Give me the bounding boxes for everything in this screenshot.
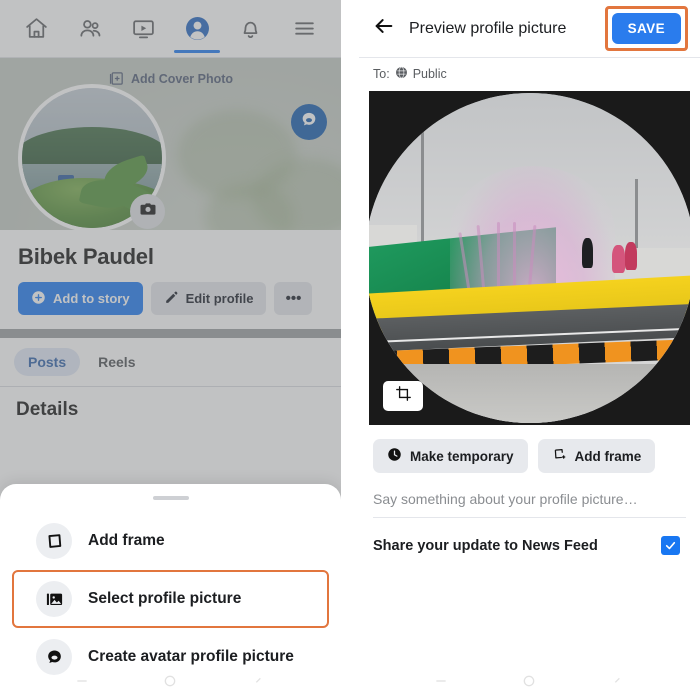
frame-plus-icon <box>552 447 567 465</box>
share-to-news-feed-label: Share your update to News Feed <box>373 537 598 554</box>
nav-video[interactable] <box>122 6 166 52</box>
save-button[interactable]: SAVE <box>611 13 681 44</box>
make-temporary-label: Make temporary <box>410 448 514 464</box>
profile-action-buttons: Add to story Edit profile ••• <box>18 272 323 329</box>
avatar-icon <box>299 110 319 135</box>
save-button-highlight: SAVE <box>604 6 688 51</box>
nav-profile[interactable] <box>174 6 221 53</box>
edit-profile-button[interactable]: Edit profile <box>150 282 267 315</box>
globe-icon <box>395 66 408 82</box>
android-home-icon[interactable] <box>521 673 537 694</box>
edit-profile-label: Edit profile <box>185 291 254 306</box>
left-panel-profile-screen: Add Cover Photo Bibek Paudel Add to stor… <box>0 0 341 700</box>
right-panel-preview-screen: Preview profile picture SAVE To: Public <box>359 0 700 700</box>
preview-action-chips: Make temporary Add frame <box>359 425 700 473</box>
android-navigation-bar-right <box>359 670 700 696</box>
bell-icon <box>238 16 263 41</box>
hamburger-menu-icon <box>292 16 317 41</box>
android-home-icon[interactable] <box>162 673 178 694</box>
clock-icon <box>387 447 402 465</box>
audience-selector[interactable]: To: Public <box>359 58 700 91</box>
add-frame-button[interactable]: Add frame <box>537 439 656 473</box>
add-to-story-label: Add to story <box>53 291 130 306</box>
circular-crop-preview <box>369 93 690 423</box>
android-back-icon[interactable] <box>433 673 449 694</box>
nav-notifications[interactable] <box>229 6 273 52</box>
android-recents-icon[interactable] <box>251 673 267 694</box>
profile-icon <box>184 15 211 42</box>
screenshot-root: Add Cover Photo Bibek Paudel Add to stor… <box>0 0 700 700</box>
nav-home[interactable] <box>15 6 59 52</box>
preview-title: Preview profile picture <box>409 19 567 37</box>
profile-picture-options-sheet: Add frame Select profile picture Create … <box>0 484 341 700</box>
crop-button[interactable] <box>383 381 423 411</box>
android-back-icon[interactable] <box>74 673 90 694</box>
back-arrow-icon[interactable] <box>373 15 395 42</box>
audience-value: Public <box>412 67 447 81</box>
preview-header: Preview profile picture SAVE <box>359 0 700 58</box>
nav-friends[interactable] <box>68 6 112 52</box>
home-icon <box>24 16 49 41</box>
android-recents-icon[interactable] <box>610 673 626 694</box>
add-cover-photo-label: Add Cover Photo <box>130 71 234 86</box>
profile-tabs: Posts Reels <box>0 338 341 386</box>
details-heading: Details <box>16 399 79 420</box>
page-title: Bibek Paudel <box>18 244 154 269</box>
crop-icon <box>395 385 412 407</box>
nav-menu[interactable] <box>282 6 326 52</box>
add-to-story-button[interactable]: Add to story <box>18 282 143 315</box>
caption-input[interactable]: Say something about your profile picture… <box>359 473 700 517</box>
sheet-item-label: Select profile picture <box>88 590 242 607</box>
video-icon <box>131 16 156 41</box>
pencil-icon <box>164 290 179 308</box>
plus-circle-icon <box>31 290 46 308</box>
sheet-drag-handle[interactable] <box>152 496 189 500</box>
camera-icon <box>139 200 157 223</box>
section-divider <box>0 329 341 338</box>
add-cover-photo-button[interactable]: Add Cover Photo <box>0 70 341 87</box>
change-profile-photo-button[interactable] <box>130 194 165 229</box>
sheet-item-label: Add frame <box>88 532 165 549</box>
profile-info-section: Bibek Paudel Add to story Edit profile •… <box>0 230 341 329</box>
profile-picture-preview[interactable] <box>369 91 690 425</box>
make-temporary-button[interactable]: Make temporary <box>373 439 528 473</box>
friends-icon <box>78 16 103 41</box>
tab-posts[interactable]: Posts <box>14 348 81 376</box>
frame-icon <box>36 523 72 559</box>
more-options-button[interactable]: ••• <box>274 282 313 315</box>
share-to-news-feed-checkbox[interactable] <box>661 536 680 555</box>
sheet-item-select-profile-picture[interactable]: Select profile picture <box>12 570 329 628</box>
add-frame-label: Add frame <box>574 448 642 464</box>
more-dots-label: ••• <box>285 290 302 307</box>
add-photo-icon <box>108 70 125 87</box>
sheet-item-label: Create avatar profile picture <box>88 648 294 665</box>
android-navigation-bar-left <box>0 670 341 696</box>
sheet-item-add-frame[interactable]: Add frame <box>12 512 329 570</box>
photo-gallery-icon <box>36 581 72 617</box>
create-avatar-button[interactable] <box>291 104 327 140</box>
tab-reels[interactable]: Reels <box>84 348 149 376</box>
share-to-news-feed-row[interactable]: Share your update to News Feed <box>359 518 700 555</box>
panel-gap <box>341 0 359 700</box>
audience-prefix: To: <box>373 67 390 81</box>
cover-photo-area[interactable]: Add Cover Photo <box>0 58 341 230</box>
top-navigation-bar <box>0 0 341 58</box>
